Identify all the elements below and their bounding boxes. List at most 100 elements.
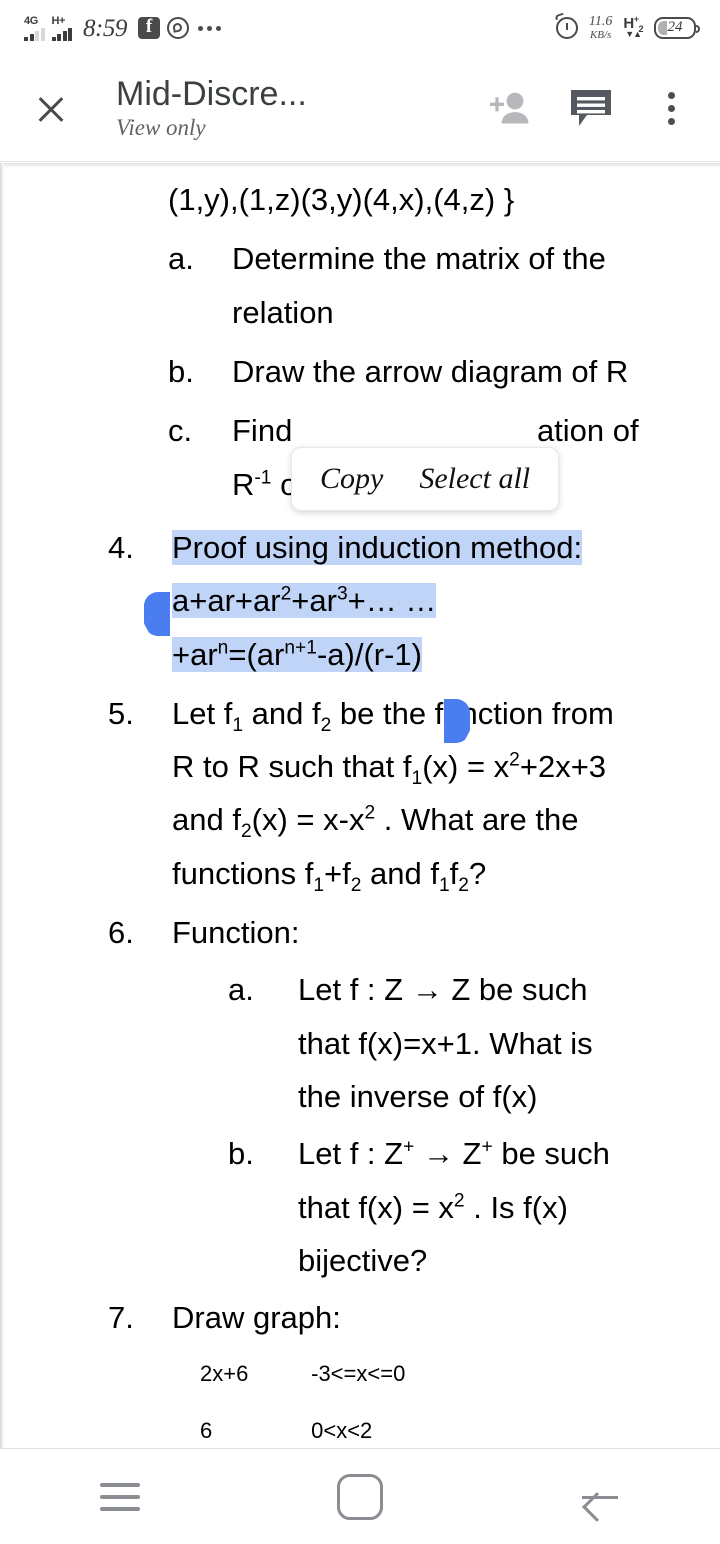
- text-part: that f(x) = x: [298, 1189, 454, 1225]
- overflow-menu-icon[interactable]: [648, 86, 694, 132]
- list-marker: c.: [168, 413, 193, 449]
- select-all-menu-item[interactable]: Select all: [419, 462, 530, 496]
- status-bar-clock: 8:59: [83, 14, 127, 42]
- alarm-icon: [555, 16, 578, 39]
- data-speed-indicator: 11.6 KB/s: [589, 14, 612, 41]
- text-part: and f: [361, 855, 439, 891]
- list-marker: 5.: [108, 695, 134, 731]
- inverse-exponent: -1: [254, 467, 272, 489]
- status-bar-left: 4G H+ 8:59: [24, 15, 221, 41]
- sim2-signal-indicator: H+: [51, 15, 72, 41]
- list-item-6-title: Function:: [172, 915, 300, 951]
- back-arrow-icon[interactable]: [480, 1449, 720, 1544]
- series-exponent: n+1: [284, 637, 317, 659]
- app-bar-titles: Mid-Discre... View only: [116, 76, 488, 141]
- sim2-data-sup: +: [633, 14, 639, 25]
- list-item-5-line4: functions f1+f2 and f1f2?: [172, 847, 720, 900]
- list-marker: a.: [228, 972, 254, 1008]
- series-part: +ar: [291, 583, 337, 619]
- list-marker: a.: [168, 241, 194, 277]
- list-item-5: 5. Let f1 and f2 be the function from R …: [108, 687, 720, 900]
- list-item-3a: a. Determine the matrix of the relation: [168, 232, 720, 339]
- list-item-text: Determine the matrix of the relation: [232, 241, 606, 330]
- piecewise-domain: -3<=x<=0: [311, 1360, 406, 1386]
- view-only-label: View only: [116, 114, 206, 140]
- data-speed-unit: KB/s: [589, 28, 612, 41]
- list-item-6b-line2: that f(x) = x2 . Is f(x): [298, 1181, 720, 1234]
- list-marker: b.: [228, 1136, 254, 1172]
- series-part: =(ar: [228, 636, 285, 672]
- text-part: ?: [468, 855, 487, 891]
- series-exponent: 2: [280, 583, 292, 605]
- piecewise-domain: 0<x<2: [311, 1417, 373, 1443]
- list-marker: b.: [168, 353, 194, 389]
- list-item-4-content: Proof using induction method: a+ar+ar2+a…: [172, 521, 720, 681]
- list-item-6a: a. Let f : Z → Z be such that f(x)=x+1. …: [228, 963, 720, 1123]
- comment-icon[interactable]: [568, 86, 614, 132]
- piecewise-table: 2x+6 -3<=x<=0 6 0<x<2: [200, 1345, 720, 1449]
- list-item-3c-line1: Find ation of: [232, 413, 639, 448]
- highlighted-text: a+ar+ar2+ar3+… …: [172, 583, 437, 619]
- copy-menu-item[interactable]: Copy: [320, 462, 383, 496]
- app-bar: Mid-Discre... View only: [0, 56, 720, 162]
- subscript: 1: [438, 874, 450, 896]
- selection-handle-start[interactable]: [144, 592, 170, 636]
- superscript: +: [481, 1136, 493, 1158]
- text-part: be the function from: [331, 695, 614, 731]
- table-row: 6 0<x<2: [200, 1402, 720, 1449]
- subscript: 2: [320, 715, 332, 736]
- list-marker: 4.: [108, 529, 134, 565]
- sim2-network-label: H+: [51, 15, 66, 27]
- list-item-6b-line1: Let f : Z+ → Z+ be such: [298, 1127, 720, 1180]
- series-exponent: 3: [336, 583, 348, 605]
- list-item-5-line2: R to R such that f1(x) = x2+2x+3: [172, 740, 720, 793]
- list-item-5-line3: and f2(x) = x-x2 . What are the: [172, 793, 720, 846]
- home-icon[interactable]: [240, 1449, 480, 1544]
- list-marker: 7.: [108, 1300, 134, 1336]
- list-item-3c-prefix: Find: [232, 413, 293, 449]
- list-item-3c-suffix: ation of: [536, 413, 639, 449]
- text-part: be such: [492, 1136, 610, 1172]
- subscript: 2: [350, 874, 362, 896]
- sim2-data-type-icon: H+2 ▼▲: [623, 14, 643, 39]
- series-part: +ar: [172, 636, 218, 672]
- text-part: Let f : Z: [298, 1136, 404, 1172]
- text-part: +f: [324, 855, 351, 891]
- highlighted-text: +arn=(arn+1-a)/(r-1): [172, 636, 422, 672]
- superscript: 2: [364, 803, 376, 825]
- text-part: and f: [243, 695, 321, 731]
- text-part: (x) = x: [422, 749, 510, 785]
- list-item-6: 6. Function: a. Let f : Z → Z be such th…: [108, 906, 720, 1287]
- list-item-6a-line3: the inverse of f(x): [298, 1079, 538, 1114]
- system-navigation-bar: [0, 1448, 720, 1544]
- list-item-6-content: Function: a. Let f : Z → Z be such that …: [172, 906, 720, 1287]
- recents-menu-icon[interactable]: [0, 1449, 240, 1544]
- superscript: 2: [453, 1190, 465, 1212]
- text-part: (x) = x-x: [251, 802, 365, 838]
- series-part: a+ar+ar: [172, 583, 281, 619]
- list-item-4-line3: +arn=(arn+1-a)/(r-1): [172, 628, 720, 681]
- text-part: Let f: [172, 695, 233, 731]
- text-part: f: [449, 855, 459, 891]
- list-item-6b-content: Let f : Z+ → Z+ be such that f(x) = x2 .…: [298, 1127, 720, 1287]
- text-part: . Is f(x): [464, 1189, 568, 1225]
- more-notifications-icon: [197, 25, 221, 31]
- selection-handle-end[interactable]: [444, 699, 470, 743]
- text-part: and f: [172, 802, 241, 838]
- piecewise-expression: 6: [200, 1417, 213, 1443]
- status-bar-right: 11.6 KB/s H+2 ▼▲ 24: [555, 14, 700, 41]
- status-bar: 4G H+ 8:59 11.6 KB/s H+2 ▼▲ 24: [0, 0, 720, 56]
- list-item-6a-line2: that f(x)=x+1. What is: [298, 1025, 593, 1061]
- text-selection-context-menu: Copy Select all: [291, 447, 560, 511]
- list-item-7-content: Draw graph: 2x+6 -3<=x<=0 6 0<x<2: [172, 1291, 720, 1449]
- list-item-7: 7. Draw graph: 2x+6 -3<=x<=0 6 0<x<2: [108, 1291, 720, 1449]
- close-icon[interactable]: [22, 80, 80, 138]
- add-person-icon[interactable]: [488, 86, 534, 132]
- facebook-icon: [137, 16, 160, 39]
- subscript: 2: [458, 874, 469, 896]
- superscript: 2: [509, 749, 520, 771]
- document-viewport[interactable]: (1,y),(1,z)(3,y)(4,x),(4,z) } a. Determi…: [0, 163, 720, 1449]
- relation-pairs-line: (1,y),(1,z)(3,y)(4,x),(4,z) }: [168, 182, 515, 217]
- series-part: +… …: [347, 583, 437, 619]
- list-item-text: Draw the arrow diagram of R: [232, 353, 629, 389]
